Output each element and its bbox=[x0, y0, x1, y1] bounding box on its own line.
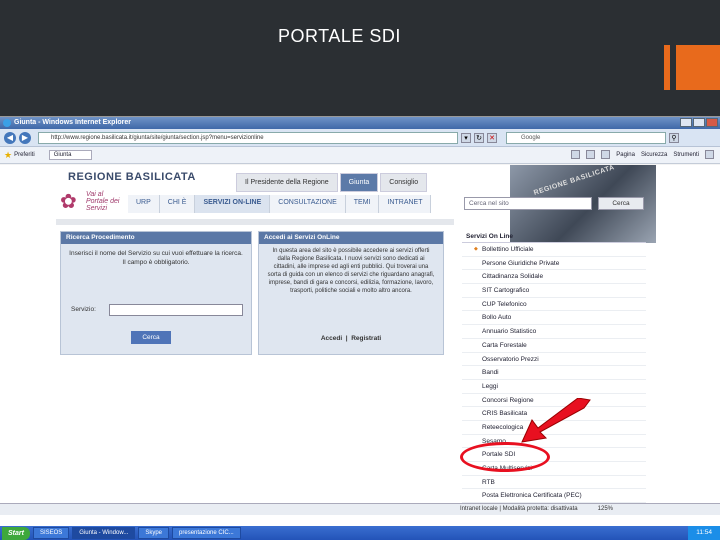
system-clock: 11:54 bbox=[688, 526, 720, 540]
sidebar-item[interactable]: Cittadinanza Solidale bbox=[462, 270, 646, 285]
nav-servizi-online[interactable]: SERVIZI ON-LINE bbox=[195, 195, 271, 213]
tab-presidente[interactable]: Il Presidente della Regione bbox=[236, 173, 338, 192]
stop-icon[interactable]: ✕ bbox=[487, 132, 497, 143]
web-page: REGIONE BASILICATA ✿ Vai al Portale dei … bbox=[0, 165, 720, 529]
address-toolbar: ◀ ▶ http://www.regione.basilicata.it/giu… bbox=[0, 129, 720, 147]
sidebar-item[interactable]: Osservatorio Prezzi bbox=[462, 353, 646, 367]
search-icon[interactable]: ⚲ bbox=[669, 132, 679, 143]
banner-sign-text: REGIONE BASILICATA bbox=[532, 165, 616, 197]
feed-icon[interactable] bbox=[586, 150, 596, 159]
refresh-icon[interactable]: ↻ bbox=[474, 132, 484, 143]
sidebar-item[interactable]: SIT Cartografico bbox=[462, 284, 646, 298]
sidebar-item[interactable]: Bollettino Ufficiale bbox=[462, 243, 646, 257]
star-icon[interactable]: ★ bbox=[4, 150, 12, 161]
ricerca-title: Ricerca Procedimento bbox=[61, 232, 251, 244]
nav-urp[interactable]: URP bbox=[128, 195, 160, 213]
ie-icon bbox=[3, 119, 11, 127]
top-tabs: Il Presidente della Regione Giunta Consi… bbox=[236, 173, 428, 192]
help-icon[interactable] bbox=[705, 150, 714, 159]
window-titlebar: Giunta - Windows Internet Explorer bbox=[0, 117, 720, 129]
sidebar-item[interactable]: Bandi bbox=[462, 366, 646, 380]
window-controls bbox=[680, 118, 718, 127]
nav-intranet[interactable]: INTRANET bbox=[379, 195, 432, 213]
sidebar-item[interactable]: Bollo Auto bbox=[462, 311, 646, 326]
accedi-link[interactable]: Accedi bbox=[321, 335, 342, 342]
decorative-bar bbox=[664, 45, 670, 90]
sidebar-item[interactable]: RTB bbox=[462, 476, 646, 490]
decorative-square bbox=[676, 45, 720, 90]
maximize-icon[interactable] bbox=[693, 118, 705, 127]
ricerca-panel: Ricerca Procedimento Inserisci il nome d… bbox=[60, 231, 252, 355]
portal-link[interactable]: Vai al Portale dei Servizi bbox=[86, 191, 124, 212]
browser-search-input[interactable]: Google bbox=[506, 131, 666, 144]
zoom-level[interactable]: 125% bbox=[598, 506, 613, 512]
registrati-link[interactable]: Registrati bbox=[351, 335, 381, 342]
sidebar-item[interactable]: Carta Forestale bbox=[462, 339, 646, 353]
site-search-input[interactable]: Cerca nel sito bbox=[464, 197, 592, 210]
minimize-icon[interactable] bbox=[680, 118, 692, 127]
nav-temi[interactable]: TEMI bbox=[345, 195, 380, 213]
red-arrow-icon bbox=[521, 398, 591, 443]
status-text: Intranet locale | Modalità protetta: dis… bbox=[460, 506, 578, 512]
back-icon[interactable]: ◀ bbox=[4, 131, 16, 144]
site-logo-text[interactable]: REGIONE BASILICATA bbox=[68, 171, 196, 183]
tab-giunta[interactable]: Giunta bbox=[339, 173, 379, 192]
close-icon[interactable] bbox=[706, 118, 718, 127]
task-item[interactable]: SISEOS bbox=[32, 527, 70, 539]
servizi-heading: Servizi On Line bbox=[462, 231, 646, 243]
page-menu[interactable]: Pagina bbox=[616, 152, 635, 158]
favorites-button[interactable]: Preferiti bbox=[14, 152, 35, 158]
site-search-button[interactable]: Cerca bbox=[598, 197, 644, 210]
sidebar-item[interactable]: Persone Giuridiche Private bbox=[462, 257, 646, 271]
tools-menu[interactable]: Strumenti bbox=[673, 152, 699, 158]
tab-consiglio[interactable]: Consiglio bbox=[380, 173, 428, 192]
slide-title: PORTALE SDI bbox=[278, 26, 401, 46]
address-input[interactable]: http://www.regione.basilicata.it/giunta/… bbox=[38, 131, 458, 144]
nav-consultazione[interactable]: CONSULTAZIONE bbox=[270, 195, 346, 213]
accedi-panel: Accedi ai Servizi OnLine In questa area … bbox=[258, 231, 444, 355]
start-button[interactable]: Start bbox=[2, 526, 30, 540]
service-input[interactable] bbox=[109, 304, 243, 316]
status-bar: Intranet locale | Modalità protetta: dis… bbox=[0, 503, 720, 515]
security-menu[interactable]: Sicurezza bbox=[641, 152, 667, 158]
taskbar: Start SISEOS Giunta - Window... Skype pr… bbox=[0, 526, 720, 540]
service-label: Servizio: bbox=[71, 306, 96, 313]
sidebar-item[interactable]: Annuario Statistico bbox=[462, 325, 646, 339]
task-item[interactable]: Giunta - Window... bbox=[72, 527, 136, 539]
flower-logo-icon: ✿ bbox=[60, 191, 77, 213]
accedi-links: Accedi | Registrati bbox=[320, 335, 382, 342]
dropdown-icon[interactable]: ▾ bbox=[461, 132, 471, 143]
task-item[interactable]: presentazione CIC... bbox=[172, 527, 241, 539]
sidebar-item[interactable]: Leggi bbox=[462, 380, 646, 394]
cerca-button[interactable]: Cerca bbox=[131, 331, 171, 344]
accedi-text: In questa area del sito è possibile acce… bbox=[267, 248, 435, 294]
main-nav: URP CHI È SERVIZI ON-LINE CONSULTAZIONE … bbox=[128, 195, 432, 213]
page-content: REGIONE BASILICATA ✿ Vai al Portale dei … bbox=[56, 165, 656, 529]
browser-tab[interactable]: Giunta bbox=[48, 150, 93, 160]
command-bar: Pagina Sicurezza Strumenti bbox=[571, 150, 714, 159]
highlight-circle bbox=[460, 442, 550, 472]
accedi-title: Accedi ai Servizi OnLine bbox=[259, 232, 443, 244]
divider bbox=[56, 219, 454, 225]
sidebar-item[interactable]: CUP Telefonico bbox=[462, 298, 646, 312]
browser-screenshot: Giunta - Windows Internet Explorer ◀ ▶ h… bbox=[0, 116, 720, 540]
home-icon[interactable] bbox=[571, 150, 581, 159]
ricerca-text: Inserisci il nome del Servizio su cui vu… bbox=[69, 250, 243, 266]
print-icon[interactable] bbox=[601, 150, 611, 159]
nav-chi-e[interactable]: CHI È bbox=[159, 195, 196, 213]
task-item[interactable]: Skype bbox=[138, 527, 170, 539]
favorites-bar: ★ Preferiti Giunta Pagina Sicurezza Stru… bbox=[0, 147, 720, 164]
sidebar-item[interactable]: Posta Elettronica Certificata (PEC) bbox=[462, 489, 646, 504]
window-title: Giunta - Windows Internet Explorer bbox=[14, 119, 132, 126]
forward-icon[interactable]: ▶ bbox=[19, 131, 31, 144]
